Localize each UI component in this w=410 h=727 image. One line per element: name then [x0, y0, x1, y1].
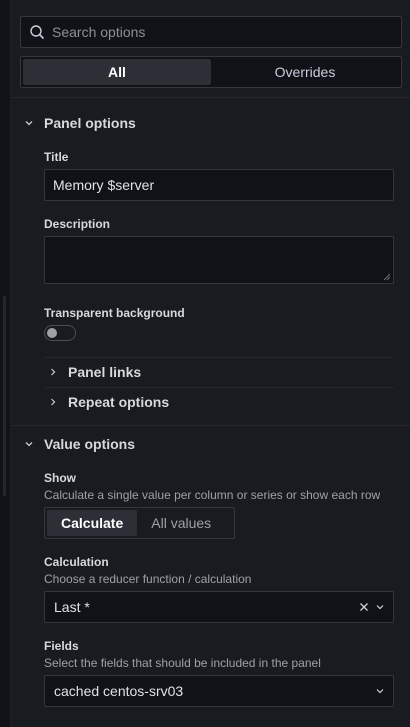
toggle-knob [47, 328, 57, 338]
transparent-background-label: Transparent background [44, 306, 185, 320]
resize-grip-icon[interactable] [383, 273, 391, 281]
left-gutter [0, 0, 11, 727]
panel-links-header[interactable]: Panel links [44, 357, 394, 387]
title-label: Title [44, 150, 69, 164]
options-toolbar: All Overrides [11, 0, 410, 98]
calculation-value: Last * [54, 599, 90, 615]
panel-links-title: Panel links [68, 364, 142, 380]
value-options-header[interactable]: Value options [11, 419, 410, 469]
tab-all[interactable]: All [23, 59, 211, 85]
options-content: Panel options Title Memory $server Descr… [11, 98, 410, 727]
chevron-down-icon [25, 121, 33, 126]
select-icons [353, 592, 385, 622]
description-label: Description [44, 217, 111, 231]
chevron-down-icon [25, 442, 33, 447]
calculation-select[interactable]: Last * [44, 591, 394, 623]
close-icon[interactable] [359, 602, 369, 612]
show-option-all-values[interactable]: All values [137, 510, 225, 536]
repeat-options-title: Repeat options [68, 394, 170, 410]
chevron-down-icon[interactable] [375, 686, 385, 696]
calculation-description: Choose a reducer function / calculation [44, 572, 252, 586]
search-icon [30, 25, 44, 39]
select-icons [369, 676, 385, 706]
value-options-title: Value options [44, 436, 136, 452]
fields-select[interactable]: cached centos-srv03 [44, 675, 394, 707]
fields-label: Fields [44, 639, 79, 653]
chevron-right-icon [51, 368, 56, 376]
chevron-down-icon[interactable] [375, 602, 385, 612]
resize-handle[interactable] [3, 296, 6, 496]
fields-description: Select the fields that should be include… [44, 656, 321, 670]
show-option-calculate[interactable]: Calculate [47, 510, 138, 536]
search-box[interactable] [20, 16, 402, 48]
search-input[interactable] [52, 24, 372, 40]
panel-editor-options: All Overrides Panel options Title Memory… [0, 0, 410, 727]
show-description: Calculate a single value per column or s… [44, 488, 381, 502]
description-textarea[interactable] [44, 236, 394, 284]
show-radio-group: Calculate All values [44, 507, 235, 539]
calculation-label: Calculation [44, 555, 109, 569]
repeat-options-header[interactable]: Repeat options [44, 387, 394, 417]
tab-overrides[interactable]: Overrides [211, 59, 399, 85]
chevron-right-icon [51, 398, 56, 406]
show-label: Show [44, 471, 76, 485]
panel-options-title: Panel options [44, 115, 136, 131]
fields-value: cached centos-srv03 [54, 683, 184, 699]
title-input[interactable]: Memory $server [44, 169, 394, 201]
panel-options-header[interactable]: Panel options [11, 98, 410, 148]
options-mode-switch: All Overrides [20, 56, 402, 88]
title-value: Memory $server [53, 177, 155, 193]
transparent-background-toggle[interactable] [44, 325, 76, 341]
